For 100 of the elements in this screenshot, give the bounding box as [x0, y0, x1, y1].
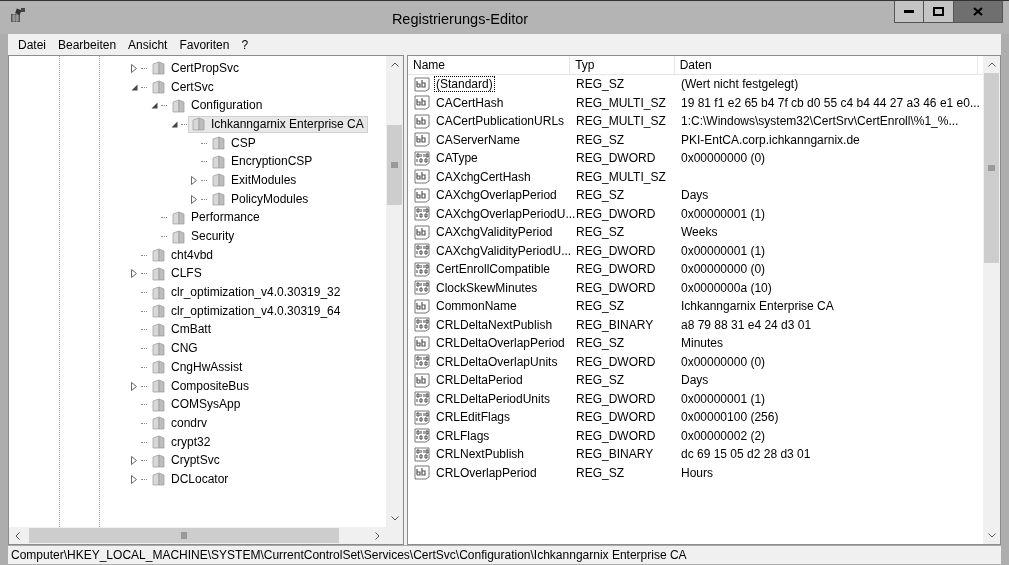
- value-name[interactable]: CAXchgCertHash: [434, 168, 533, 185]
- tree-item[interactable]: clr_optimization_v4.0.30319_64: [127, 302, 345, 320]
- tree-item[interactable]: PolicyModules: [187, 190, 313, 208]
- menu-item[interactable]: Datei: [12, 35, 52, 54]
- tree-item[interactable]: crypt32: [127, 433, 215, 451]
- value-data: 19 81 f1 e2 65 b4 7f cb d0 55 c4 b4 44 27 a3 46 e1 e0...: [681, 95, 980, 110]
- tree-item[interactable]: EncryptionCSP: [187, 153, 317, 171]
- string-value-icon: [412, 464, 432, 482]
- menu-item[interactable]: Ansicht: [122, 35, 174, 54]
- value-type: REG_SZ: [576, 299, 624, 314]
- value-type: REG_DWORD: [576, 206, 656, 221]
- folder-icon: [152, 304, 167, 319]
- column-header[interactable]: Daten: [674, 56, 978, 74]
- value-name[interactable]: CRLOverlapPeriod: [434, 464, 539, 481]
- value-name[interactable]: CAXchgValidityPeriodU...: [434, 242, 574, 259]
- tree-item[interactable]: CryptSvc: [127, 452, 224, 470]
- menu-item[interactable]: Favoriten: [173, 35, 236, 54]
- value-type: REG_SZ: [576, 465, 624, 480]
- folder-icon: [152, 80, 167, 95]
- value-name[interactable]: CRLFlags: [434, 427, 492, 444]
- tree-item[interactable]: CompositeBus: [127, 377, 254, 395]
- tree-item[interactable]: CLFS: [127, 265, 206, 283]
- folder-icon: [152, 472, 167, 487]
- value-name[interactable]: CAXchgOverlapPeriod: [434, 187, 559, 204]
- value-type: REG_SZ: [576, 336, 624, 351]
- value-name[interactable]: (Standard): [434, 76, 495, 93]
- value-name[interactable]: CertEnrollCompatible: [434, 261, 553, 278]
- value-data: 0x00000002 (2): [681, 428, 766, 443]
- scroll-thumb[interactable]: [984, 73, 999, 263]
- menu-item[interactable]: ?: [235, 35, 255, 54]
- value-name[interactable]: CRLDeltaOverlapPeriod: [434, 335, 567, 352]
- value-name[interactable]: CAXchgOverlapPeriodU...: [434, 205, 578, 222]
- value-name[interactable]: ClockSkewMinutes: [434, 279, 540, 296]
- value-name[interactable]: CRLDeltaPeriod: [434, 372, 525, 389]
- value-data: Days: [681, 188, 709, 203]
- horizontal-scrollbar[interactable]: [9, 527, 403, 544]
- column-header[interactable]: Typ: [570, 56, 675, 74]
- maximize-button[interactable]: [924, 1, 954, 23]
- string-value-icon: [412, 131, 432, 149]
- menu-item[interactable]: Bearbeiten: [52, 35, 123, 54]
- value-type: REG_BINARY: [576, 317, 654, 332]
- value-type: REG_DWORD: [576, 262, 656, 277]
- value-data: Weeks: [681, 225, 718, 240]
- value-name[interactable]: CRLDeltaNextPublish: [434, 316, 555, 333]
- value-data: a8 79 88 31 e4 24 d3 01: [681, 317, 812, 332]
- value-name[interactable]: CACertPublicationURLs: [434, 113, 567, 130]
- vertical-scrollbar[interactable]: [983, 56, 1000, 544]
- close-button[interactable]: [954, 1, 1003, 23]
- tree-item[interactable]: cht4vbd: [127, 246, 218, 264]
- tree-item[interactable]: CertPropSvc: [127, 59, 244, 77]
- value-data: Hours: [681, 465, 713, 480]
- tree-item[interactable]: CertSvc: [127, 78, 218, 96]
- close-icon: [973, 7, 983, 16]
- vertical-scrollbar[interactable]: [386, 56, 403, 527]
- value-type: REG_SZ: [576, 77, 624, 92]
- binary-value-icon: [412, 316, 432, 334]
- minimize-button[interactable]: [894, 1, 924, 23]
- folder-icon: [172, 210, 187, 225]
- value-data: 0x00000001 (1): [681, 391, 766, 406]
- tree-item[interactable]: clr_optimization_v4.0.30319_32: [127, 284, 345, 302]
- value-name[interactable]: CACertHash: [434, 94, 506, 111]
- tree-item[interactable]: Performance: [147, 209, 264, 227]
- string-value-icon: [412, 334, 432, 352]
- value-type: REG_DWORD: [576, 391, 656, 406]
- string-value-icon: [412, 186, 432, 204]
- folder-icon: [212, 136, 227, 151]
- value-name[interactable]: CRLDeltaOverlapUnits: [434, 353, 560, 370]
- tree-item[interactable]: Security: [147, 228, 239, 246]
- column-header[interactable]: Name: [408, 56, 571, 74]
- value-name[interactable]: CAServerName: [434, 131, 523, 148]
- tree-item[interactable]: CmBatt: [127, 321, 215, 339]
- tree-item[interactable]: ExitModules: [187, 171, 301, 189]
- value-name[interactable]: CAType: [434, 150, 480, 167]
- value-name[interactable]: CAXchgValidityPeriod: [434, 224, 555, 241]
- tree-item[interactable]: condrv: [127, 414, 212, 432]
- tree-item[interactable]: CngHwAssist: [127, 358, 247, 376]
- scroll-thumb[interactable]: [29, 528, 339, 543]
- value-type: REG_MULTI_SZ: [576, 169, 666, 184]
- value-data: 0x00000000 (0): [681, 262, 766, 277]
- string-value-icon: [412, 94, 432, 112]
- tree-item[interactable]: DCLocator: [127, 470, 233, 488]
- folder-icon: [152, 379, 167, 394]
- value-name[interactable]: CRLDeltaPeriodUnits: [434, 390, 553, 407]
- value-name[interactable]: CommonName: [434, 298, 519, 315]
- tree-item[interactable]: CSP: [187, 134, 260, 152]
- string-value-icon: [412, 112, 432, 130]
- value-type: REG_DWORD: [576, 410, 656, 425]
- string-value-icon: [412, 168, 432, 186]
- value-name[interactable]: CRLEditFlags: [434, 409, 513, 426]
- scroll-thumb[interactable]: [387, 125, 402, 205]
- tree-item[interactable]: Configuration: [147, 97, 267, 115]
- tree-item[interactable]: COMSysApp: [127, 396, 245, 414]
- value-type: REG_DWORD: [576, 151, 656, 166]
- folder-icon: [212, 154, 227, 169]
- value-type: REG_MULTI_SZ: [576, 114, 666, 129]
- value-type: REG_DWORD: [576, 280, 656, 295]
- tree-item[interactable]: CNG: [127, 340, 202, 358]
- value-name[interactable]: CRLNextPublish: [434, 446, 527, 463]
- folder-icon: [152, 453, 167, 468]
- value-data: Ichkanngarnix Enterprise CA: [681, 299, 834, 314]
